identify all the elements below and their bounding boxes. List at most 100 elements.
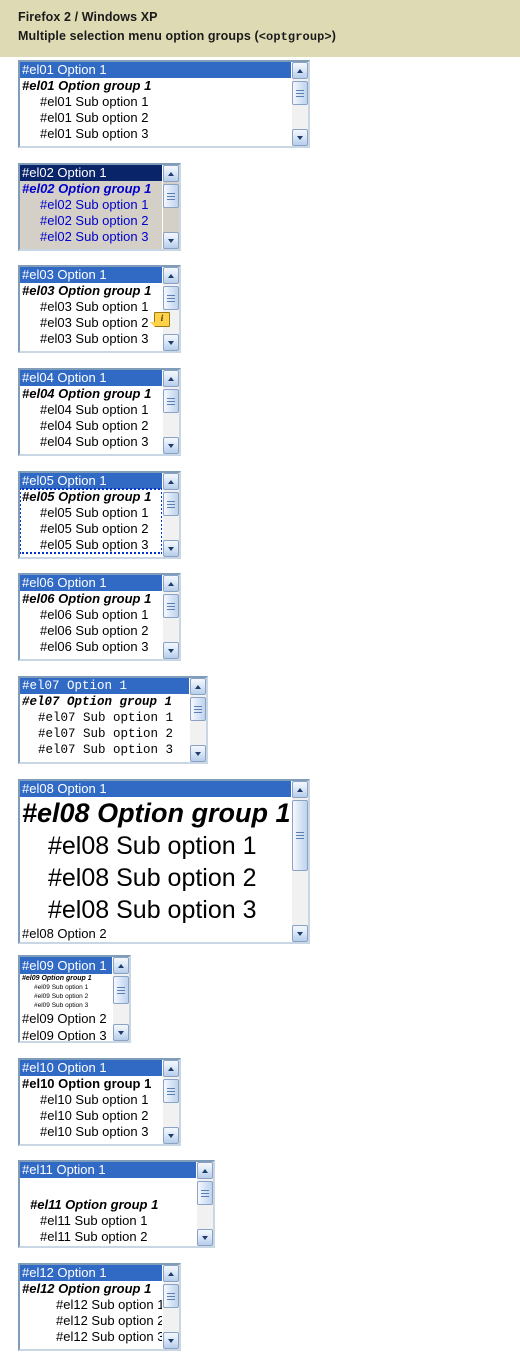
- option-el08-option2[interactable]: #el08 Option 2: [20, 926, 291, 942]
- scroll-down-button-el08[interactable]: [292, 925, 308, 942]
- option-el05-sub2[interactable]: #el05 Sub option 2: [20, 521, 162, 537]
- scroll-thumb-el11[interactable]: [197, 1181, 213, 1205]
- option-el01-sub2[interactable]: #el01 Sub option 2: [20, 110, 291, 126]
- option-el12-option1[interactable]: #el12 Option 1: [20, 1265, 162, 1281]
- option-el08-sub3[interactable]: #el08 Sub option 3: [20, 894, 291, 926]
- option-el09-option2[interactable]: #el09 Option 2: [20, 1010, 112, 1027]
- option-el07-option1[interactable]: #el07 Option 1: [20, 678, 189, 694]
- listbox-el08[interactable]: #el08 Option 1 #el08 Option group 1 #el0…: [18, 779, 310, 944]
- option-el12-sub2[interactable]: #el12 Sub option 2: [20, 1313, 162, 1329]
- option-el04-sub3[interactable]: #el04 Sub option 3: [20, 434, 162, 450]
- scroll-up-button-el08[interactable]: [292, 781, 308, 798]
- option-el04-sub2[interactable]: #el04 Sub option 2: [20, 418, 162, 434]
- scroll-down-button-el03[interactable]: [163, 334, 179, 351]
- option-el08-sub1[interactable]: #el08 Sub option 1: [20, 830, 291, 862]
- scroll-down-button-el11[interactable]: [197, 1229, 213, 1246]
- scroll-down-button-el07[interactable]: [190, 745, 206, 762]
- option-el12-sub3[interactable]: #el12 Sub option 3: [20, 1329, 162, 1345]
- option-el09-option1[interactable]: #el09 Option 1: [20, 957, 112, 974]
- listbox-el07[interactable]: #el07 Option 1 #el07 Option group 1 #el0…: [18, 676, 208, 764]
- option-el02-sub1[interactable]: #el02 Sub option 1: [20, 197, 162, 213]
- option-el03-sub1[interactable]: #el03 Sub option 1: [20, 299, 162, 315]
- listbox-el04-options[interactable]: #el04 Option 1 #el04 Option group 1 #el0…: [20, 370, 162, 454]
- option-el09-sub2[interactable]: #el09 Sub option 2: [20, 992, 112, 1001]
- listbox-el05-options[interactable]: #el05 Option 1 #el05 Option group 1 #el0…: [20, 473, 162, 557]
- option-el04-option1[interactable]: #el04 Option 1: [20, 370, 162, 386]
- option-el09-sub1[interactable]: #el09 Sub option 1: [20, 983, 112, 992]
- scroll-down-button-el10[interactable]: [163, 1127, 179, 1144]
- option-el04-sub1[interactable]: #el04 Sub option 1: [20, 402, 162, 418]
- scroll-down-button-el01[interactable]: [292, 129, 308, 146]
- scroll-up-button-el12[interactable]: [163, 1265, 179, 1282]
- scrollbar-el08[interactable]: [291, 781, 308, 942]
- option-el01-option1[interactable]: #el01 Option 1: [20, 62, 291, 78]
- option-el02-option1[interactable]: #el02 Option 1: [20, 165, 162, 181]
- listbox-el11-options[interactable]: #el11 Option 1 #el11 Option group 1 #el1…: [20, 1162, 196, 1246]
- scroll-thumb-el06[interactable]: [163, 594, 179, 618]
- scroll-down-button-el06[interactable]: [163, 642, 179, 659]
- listbox-el02[interactable]: #el02 Option 1 #el02 Option group 1 #el0…: [18, 163, 181, 251]
- option-el06-sub2[interactable]: #el06 Sub option 2: [20, 623, 162, 639]
- scroll-thumb-el07[interactable]: [190, 697, 206, 721]
- option-el10-sub1[interactable]: #el10 Sub option 1: [20, 1092, 162, 1108]
- option-el06-sub1[interactable]: #el06 Sub option 1: [20, 607, 162, 623]
- option-el11-option1[interactable]: #el11 Option 1: [20, 1162, 196, 1178]
- listbox-el03-options[interactable]: #el03 Option 1 #el03 Option group 1 #el0…: [20, 267, 162, 351]
- scroll-down-button-el04[interactable]: [163, 437, 179, 454]
- listbox-el10-options[interactable]: #el10 Option 1 #el10 Option group 1 #el1…: [20, 1060, 162, 1144]
- listbox-el09-options[interactable]: #el09 Option 1 #el09 Option group 1 #el0…: [20, 957, 112, 1041]
- listbox-el12[interactable]: #el12 Option 1 #el12 Option group 1 #el1…: [18, 1263, 181, 1351]
- option-el06-sub3[interactable]: #el06 Sub option 3: [20, 639, 162, 655]
- scroll-up-button-el09[interactable]: [113, 957, 129, 974]
- option-el07-sub3[interactable]: #el07 Sub option 3: [20, 742, 189, 758]
- listbox-el10[interactable]: #el10 Option 1 #el10 Option group 1 #el1…: [18, 1058, 181, 1146]
- scroll-up-button-el04[interactable]: [163, 370, 179, 387]
- scrollbar-el07[interactable]: [189, 678, 206, 762]
- scroll-thumb-el09[interactable]: [113, 976, 129, 1004]
- scroll-down-button-el09[interactable]: [113, 1024, 129, 1041]
- option-el03-sub3[interactable]: #el03 Sub option 3: [20, 331, 162, 347]
- scroll-thumb-el01[interactable]: [292, 81, 308, 105]
- option-el07-sub2[interactable]: #el07 Sub option 2: [20, 726, 189, 742]
- scrollbar-el03[interactable]: [162, 267, 179, 351]
- scroll-up-button-el05[interactable]: [163, 473, 179, 490]
- option-el08-sub2[interactable]: #el08 Sub option 2: [20, 862, 291, 894]
- scroll-up-button-el11[interactable]: [197, 1162, 213, 1179]
- scroll-thumb-el03[interactable]: [163, 286, 179, 310]
- scroll-thumb-el05[interactable]: [163, 492, 179, 516]
- scroll-up-button-el02[interactable]: [163, 165, 179, 182]
- listbox-el01[interactable]: #el01 Option 1 #el01 Option group 1 #el0…: [18, 60, 310, 148]
- option-el01-sub1[interactable]: #el01 Sub option 1: [20, 94, 291, 110]
- option-el09-sub3[interactable]: #el09 Sub option 3: [20, 1001, 112, 1010]
- listbox-el06[interactable]: #el06 Option 1 #el06 Option group 1 #el0…: [18, 573, 181, 661]
- option-el11-sub2[interactable]: #el11 Sub option 2: [20, 1229, 196, 1245]
- scroll-up-button-el03[interactable]: [163, 267, 179, 284]
- listbox-el05[interactable]: #el05 Option 1 #el05 Option group 1 #el0…: [18, 471, 181, 559]
- option-el03-option1[interactable]: #el03 Option 1: [20, 267, 162, 283]
- option-el02-sub3[interactable]: #el02 Sub option 3: [20, 229, 162, 245]
- option-el12-sub1[interactable]: #el12 Sub option 1: [20, 1297, 162, 1313]
- option-el10-sub2[interactable]: #el10 Sub option 2: [20, 1108, 162, 1124]
- scrollbar-el01[interactable]: [291, 62, 308, 146]
- scroll-down-button-el02[interactable]: [163, 232, 179, 249]
- scroll-up-button-el01[interactable]: [292, 62, 308, 79]
- option-el06-option1[interactable]: #el06 Option 1: [20, 575, 162, 591]
- option-el11-sub1[interactable]: #el11 Sub option 1: [20, 1213, 196, 1229]
- scroll-up-button-el10[interactable]: [163, 1060, 179, 1077]
- scroll-up-button-el07[interactable]: [190, 678, 206, 695]
- scroll-thumb-el08[interactable]: [292, 800, 308, 871]
- scrollbar-el06[interactable]: [162, 575, 179, 659]
- scroll-up-button-el06[interactable]: [163, 575, 179, 592]
- option-el09-option3[interactable]: #el09 Option 3: [20, 1027, 112, 1041]
- scrollbar-el05[interactable]: [162, 473, 179, 557]
- scrollbar-el12[interactable]: [162, 1265, 179, 1349]
- scrollbar-el11[interactable]: [196, 1162, 213, 1246]
- scrollbar-el10[interactable]: [162, 1060, 179, 1144]
- listbox-el11[interactable]: #el11 Option 1 #el11 Option group 1 #el1…: [18, 1160, 215, 1248]
- scroll-thumb-el12[interactable]: [163, 1284, 179, 1308]
- scrollbar-el02[interactable]: [162, 165, 179, 249]
- listbox-el07-options[interactable]: #el07 Option 1 #el07 Option group 1 #el0…: [20, 678, 189, 762]
- listbox-el03[interactable]: #el03 Option 1 #el03 Option group 1 #el0…: [18, 265, 181, 353]
- listbox-el09[interactable]: #el09 Option 1 #el09 Option group 1 #el0…: [18, 955, 131, 1043]
- listbox-el06-options[interactable]: #el06 Option 1 #el06 Option group 1 #el0…: [20, 575, 162, 659]
